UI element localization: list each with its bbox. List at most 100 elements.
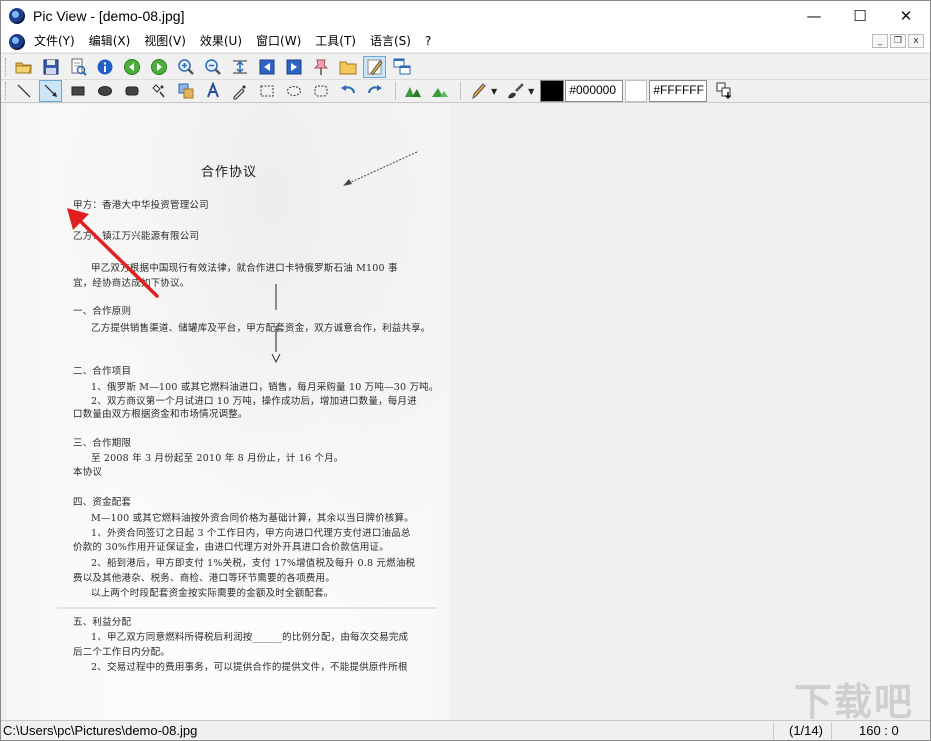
eyedropper-link-icon[interactable]	[147, 80, 170, 102]
next-image-icon[interactable]	[282, 56, 305, 78]
red-annotation-arrow	[67, 208, 159, 298]
background-color-field[interactable]: #FFFFFF	[649, 80, 708, 102]
mdi-restore-button[interactable]: ❐	[890, 34, 906, 48]
filled-rectangle-icon[interactable]	[66, 80, 89, 102]
maximize-button[interactable]: ☐	[837, 1, 883, 31]
brush-icon[interactable]	[503, 80, 526, 102]
undo-icon[interactable]	[336, 80, 359, 102]
doc-line: 口数量由双方根据资金和市场情况调整。	[73, 409, 248, 420]
doc-line: 2、船到港后，甲方即支付 1%关税，支付 17%增值税及每升 0.8 元燃油税	[91, 558, 416, 569]
clone-icon[interactable]	[174, 80, 197, 102]
doc-line: 至 2008 年 3 月份起至 2010 年 8 月份止，计 16 个月。	[91, 453, 344, 464]
arrow-tool-icon[interactable]	[39, 80, 62, 102]
color-picker-icon[interactable]	[228, 80, 251, 102]
open-folder-icon[interactable]	[12, 56, 35, 78]
doc-line: 后二个工作日内分配。	[73, 647, 171, 658]
menu-help[interactable]: ?	[418, 31, 438, 52]
app-window: Pic View - [demo-08.jpg] — ☐ ✕ 文件(Y) 编辑(…	[0, 0, 931, 741]
status-divider	[773, 722, 774, 739]
doc-line: 四、资金配套	[73, 497, 132, 508]
doc-line: 乙方提供销售渠道、储罐库及平台，甲方配套资金，双方诚意合作，利益共享。	[91, 323, 431, 334]
doc-line: 五、利益分配	[73, 617, 132, 628]
doc-line: 费以及其他港杂、税务、商检、港口等环节需要的各项费用。	[73, 573, 335, 584]
document-title: 合作协议	[201, 165, 258, 180]
draw-mode-icon[interactable]	[363, 55, 386, 78]
background-color-swatch[interactable]	[625, 80, 648, 102]
document-rule-line	[57, 607, 437, 609]
doc-line: 1、甲乙双方同意燃料所得税后利润按______的比例分配，由每次交易完成	[91, 632, 409, 643]
mdi-minimize-button[interactable]: _	[872, 34, 888, 48]
menu-language[interactable]: 语言(S)	[363, 31, 418, 52]
blur-icon[interactable]	[428, 80, 451, 102]
watermark-logo: 下载吧	[793, 679, 914, 721]
filled-ellipse-icon[interactable]	[93, 80, 116, 102]
menu-bar: 文件(Y) 编辑(X) 视图(V) 效果(U) 窗口(W) 工具(T) 语言(S…	[1, 31, 930, 52]
mdi-controls: _ ❐ x	[872, 34, 924, 48]
brush-dropdown-chevron-down-icon[interactable]: ▼	[528, 87, 534, 96]
doc-line: 三、合作期限	[73, 438, 132, 449]
print-preview-icon[interactable]	[66, 56, 89, 78]
zoom-in-icon[interactable]	[174, 56, 197, 78]
doc-line: 2、交易过程中的费用事务，可以提供合作的提供文件，不能提供原件所根	[91, 662, 408, 673]
document-dotted-arrow	[343, 151, 418, 186]
doc-line: 一、合作原则	[73, 306, 132, 317]
info-icon[interactable]	[93, 56, 116, 78]
select-rounded-icon[interactable]	[309, 80, 332, 102]
status-file-path: C:\Users\pc\Pictures\demo-08.jpg	[3, 723, 198, 738]
fit-to-window-icon[interactable]	[228, 56, 251, 78]
prev-image-icon[interactable]	[255, 56, 278, 78]
toolbar-separator	[460, 82, 461, 100]
image-workspace[interactable]: 合作协议 甲方：香港大中华投资管理公司 乙方：镇江万兴能源有限公司 甲乙双方根据…	[1, 104, 930, 720]
minimize-button[interactable]: —	[791, 1, 837, 31]
rounded-rectangle-icon[interactable]	[120, 80, 143, 102]
pen-dropdown-chevron-down-icon[interactable]: ▼	[491, 87, 497, 96]
status-cursor-position: 160 : 0	[859, 723, 899, 738]
doc-line: 本协议	[73, 467, 103, 478]
main-toolbar	[1, 53, 930, 79]
select-rectangle-icon[interactable]	[255, 80, 278, 102]
pin-icon[interactable]	[309, 56, 332, 78]
zoom-out-icon[interactable]	[201, 56, 224, 78]
status-page-index: (1/14)	[789, 723, 823, 738]
sharpen-icon[interactable]	[401, 80, 424, 102]
menu-edit[interactable]: 编辑(X)	[82, 31, 138, 52]
toolbar-grip[interactable]	[5, 57, 8, 76]
doc-line: 以上两个时段配套资金按实际需要的金额及时全额配套。	[91, 588, 334, 599]
browse-folder-icon[interactable]	[336, 56, 359, 78]
menu-effects[interactable]: 效果(U)	[193, 31, 249, 52]
text-tool-icon[interactable]	[201, 80, 224, 102]
pen-icon[interactable]	[466, 80, 489, 102]
text-cursor-icon	[271, 284, 281, 364]
document-image[interactable]: 合作协议 甲方：香港大中华投资管理公司 乙方：镇江万兴能源有限公司 甲乙双方根据…	[7, 104, 450, 720]
doc-line: 2、双方商议第一个月试进口 10 万吨，操作成功后，增加进口数量，每月进	[91, 396, 417, 407]
menu-tools[interactable]: 工具(T)	[308, 31, 363, 52]
next-icon[interactable]	[147, 56, 170, 78]
previous-icon[interactable]	[120, 56, 143, 78]
windows-icon[interactable]	[390, 56, 413, 78]
status-bar: C:\Users\pc\Pictures\demo-08.jpg (1/14) …	[1, 720, 930, 740]
drawing-toolbar: ▼ ▼ #000000 #FFFFFF	[1, 79, 930, 103]
redo-icon[interactable]	[363, 80, 386, 102]
menu-file[interactable]: 文件(Y)	[27, 31, 82, 52]
mdi-close-button[interactable]: x	[908, 34, 924, 48]
foreground-color-field[interactable]: #000000	[565, 80, 624, 102]
app-eye-icon	[9, 8, 25, 24]
swap-colors-icon[interactable]	[713, 80, 736, 102]
doc-line: M—100 或其它燃料油按外资合同价格为基础计算，其余以当日牌价核算。	[91, 513, 414, 524]
toolbar-separator	[395, 82, 396, 100]
menu-view[interactable]: 视图(V)	[137, 31, 193, 52]
window-title: Pic View - [demo-08.jpg]	[33, 8, 185, 24]
close-button[interactable]: ✕	[883, 1, 929, 31]
menu-window[interactable]: 窗口(W)	[249, 31, 308, 52]
foreground-color-swatch[interactable]	[540, 80, 565, 102]
save-icon[interactable]	[39, 56, 62, 78]
doc-line: 1、外资合同签订之日起 3 个工作日内，甲方向进口代理方支付进口油品总	[91, 528, 411, 539]
doc-line: 价款的 30%作用开证保证金，由进口代理方对外开具进口合价款信用证。	[73, 542, 389, 553]
select-ellipse-icon[interactable]	[282, 80, 305, 102]
line-tool-icon[interactable]	[12, 80, 35, 102]
document-eye-icon[interactable]	[9, 33, 25, 50]
doc-line: 二、合作项目	[73, 366, 132, 377]
title-bar: Pic View - [demo-08.jpg] — ☐ ✕	[1, 1, 930, 31]
status-divider	[831, 722, 832, 739]
toolbar-grip[interactable]	[5, 82, 8, 100]
